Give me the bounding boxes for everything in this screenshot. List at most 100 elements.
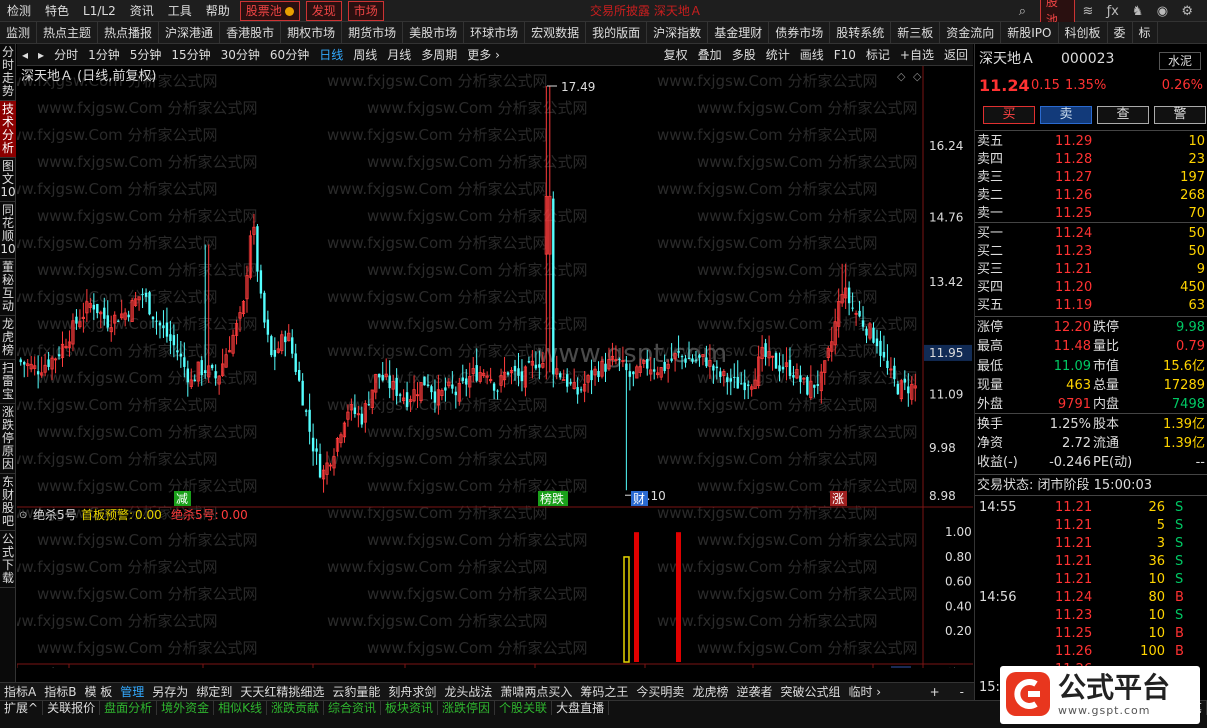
sidebar-item[interactable]: 图文10 [0,158,16,202]
module-tab[interactable]: 沪深港通 [159,22,221,43]
search-icon[interactable]: ⌕ [1012,4,1033,19]
bottom-tab[interactable]: 关联报价 [43,701,101,715]
zoom-button[interactable]: + [920,685,950,699]
toolbar-button[interactable]: 标记 [861,44,895,66]
toolbar-button[interactable]: 复权 [659,44,693,66]
indicator-tab[interactable]: 逆袭者 [732,683,776,700]
module-tab[interactable]: 新三板 [891,22,941,43]
indicator-tab[interactable]: 突破公式组 [776,683,844,700]
module-tab[interactable]: 资金流向 [940,22,1002,43]
menu-item[interactable]: 特色 [38,0,76,21]
sidebar-item[interactable]: 东财股吧 [0,474,16,531]
indicator-tab[interactable]: 今买明卖 [632,683,688,700]
period-tab[interactable]: 周线 [348,44,382,66]
indicator-tab[interactable]: 另存为 [148,683,192,700]
menu-item[interactable]: 资讯 [123,0,161,21]
gear-icon[interactable]: ⚙ [1177,4,1198,19]
bottom-tab[interactable]: 涨跌停因 [438,701,496,715]
promo-text[interactable]: 交易所披露 深天地Ａ [590,0,702,22]
toolbar-button[interactable]: 画线 [795,44,829,66]
bottom-tab[interactable]: 扩展^ [0,701,44,715]
menu-item[interactable]: 检测 [0,0,38,21]
trade-button-0[interactable]: 买 [983,106,1035,124]
indicator-tab[interactable]: 龙头战法 [440,683,496,700]
trade-button-2[interactable]: 查 [1097,106,1149,124]
module-tab[interactable]: 环球市场 [464,22,526,43]
period-tab[interactable]: 60分钟 [265,44,314,66]
bottom-tab[interactable]: 相似K线 [214,701,267,715]
module-tab[interactable]: 香港股市 [220,22,282,43]
indicator-tab[interactable]: 云豹量能 [328,683,384,700]
menu-item[interactable]: 工具 [161,0,199,21]
trade-button-3[interactable]: 警 [1154,106,1206,124]
period-tab[interactable]: 30分钟 [216,44,265,66]
stock-pool-menu[interactable]: 股票池 [239,0,300,21]
bottom-tab[interactable]: 板块资讯 [381,701,439,715]
indicator-tab[interactable]: 筹码之王 [576,683,632,700]
bottom-tab[interactable]: 综合资讯 [324,701,382,715]
sidebar-item[interactable]: 董秘互动 [0,259,16,316]
forward-icon[interactable]: ▸ [33,44,49,66]
bottom-tab[interactable]: 大盘直播 [552,701,610,715]
bull-icon[interactable]: ♞ [1127,4,1148,19]
sidebar-item[interactable]: 技术分析 [0,101,16,158]
module-tab[interactable]: 科创板 [1059,22,1108,43]
module-tab[interactable]: 美股市场 [403,22,465,43]
toolbar-button[interactable]: 统计 [761,44,795,66]
layers-icon[interactable]: ≋ [1078,4,1099,19]
indicator-tab[interactable]: 临时 › [844,683,885,700]
indicator-tab[interactable]: 管理 [116,683,148,700]
chart-svg[interactable]: www.fxjgsw.Com 分析家公式网 www.fxjgsw.Com 分析家公… [0,66,973,681]
sidebar-item[interactable]: 分时走势 [0,44,16,101]
sidebar-item[interactable]: 同花顺10 [0,202,16,259]
indicator-tab[interactable]: 指标B [40,683,80,700]
indicator-tab[interactable]: 绑定到 [192,683,236,700]
module-tab[interactable]: 宏观数据 [525,22,587,43]
module-tab[interactable]: 委 [1108,22,1133,43]
period-tab[interactable]: 月线 [382,44,416,66]
period-tab[interactable]: 多周期 [416,44,462,66]
period-tab[interactable]: 1分钟 [83,44,125,66]
toolbar-button[interactable]: +自选 [895,44,939,66]
period-tab[interactable]: 日线 [314,44,348,66]
indicator-tab[interactable]: 萧啸两点买入 [496,683,576,700]
module-tab[interactable]: 监测 [0,22,38,43]
sector-label[interactable]: 水泥 [1159,52,1202,70]
period-tab[interactable]: 15分钟 [166,44,215,66]
toolbar-button[interactable]: 叠加 [693,44,727,66]
menu-item[interactable]: 帮助 [199,0,237,21]
module-tab[interactable]: 期货市场 [342,22,404,43]
indicator-tab[interactable]: 刻舟求剑 [384,683,440,700]
menu-item[interactable]: L1/L2 [76,0,123,21]
sidebar-item[interactable]: 涨跌停原因 [0,404,16,474]
module-tab[interactable]: 基金理财 [708,22,770,43]
market-menu[interactable]: 市场 [347,0,384,21]
period-tab[interactable]: 分时 [49,44,83,66]
indicator-tab[interactable]: 天天红精挑细选 [236,683,328,700]
module-tab[interactable]: 热点播报 [98,22,160,43]
module-tab[interactable]: 债券市场 [769,22,831,43]
bottom-tab[interactable]: 涨跌贡献 [267,701,324,715]
indicator-tab[interactable]: 模 板 [80,683,116,700]
sidebar-item[interactable]: 公式下载 [0,531,16,588]
module-tab[interactable]: 热点主题 [37,22,99,43]
module-tab[interactable]: 标 [1133,22,1158,43]
toolbar-button[interactable]: 返回 [939,44,973,66]
bottom-tab[interactable]: 个股关联 [495,701,553,715]
back-icon[interactable]: ◂ [17,44,33,66]
period-tab[interactable]: 5分钟 [125,44,167,66]
minimize-icon[interactable]: – [1202,4,1207,19]
toolbar-button[interactable]: F10 [829,44,861,66]
module-tab[interactable]: 新股IPO [1001,22,1059,43]
zoom-button[interactable]: - [950,685,974,699]
discover-menu[interactable]: 发现 [305,0,342,21]
indicator-tab[interactable]: 指标A [0,683,40,700]
bottom-tab[interactable]: 盘面分析 [100,701,158,715]
kline-chart[interactable]: www.fxjgsw.Com 分析家公式网 www.fxjgsw.Com 分析家公… [0,66,973,681]
module-tab[interactable]: 期权市场 [281,22,343,43]
trade-button-1[interactable]: 卖 [1040,106,1092,124]
indicator-tab[interactable]: 龙虎榜 [688,683,732,700]
sidebar-item[interactable]: 扫雷宝 [0,360,16,404]
period-tab[interactable]: 更多 › [462,44,505,66]
sidebar-item[interactable]: 龙虎榜 [0,316,16,360]
